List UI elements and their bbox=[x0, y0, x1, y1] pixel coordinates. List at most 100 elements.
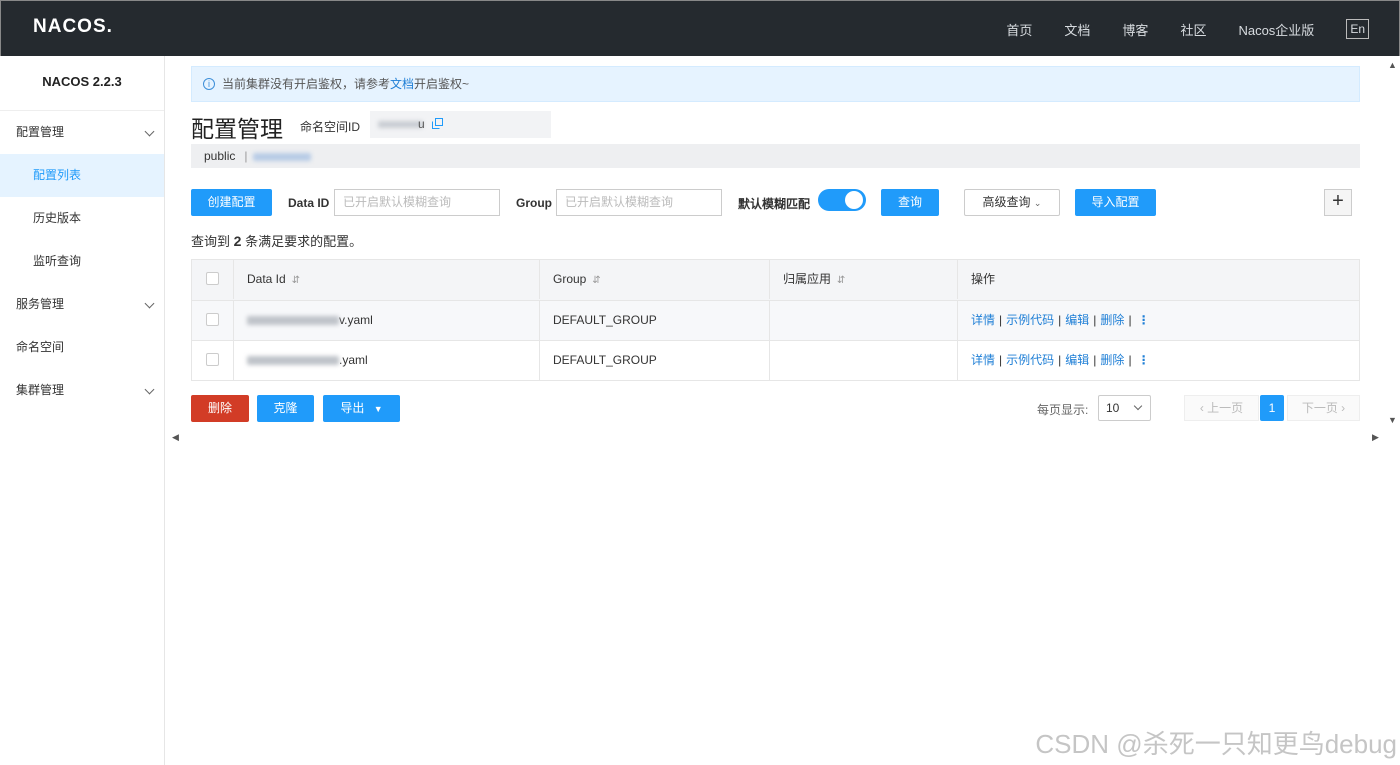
nav-blog[interactable]: 博客 bbox=[1122, 20, 1148, 39]
sidebar-item-label: 命名空间 bbox=[16, 340, 65, 354]
sidebar-item-namespace[interactable]: 命名空间 bbox=[0, 326, 164, 369]
next-page-label: 下一页 bbox=[1301, 401, 1338, 415]
batch-delete-button[interactable]: 删除 bbox=[191, 395, 249, 422]
search-button[interactable]: 查询 bbox=[881, 189, 939, 216]
sidebar-item-listener-query[interactable]: 监听查询 bbox=[0, 240, 164, 283]
row-select-cell bbox=[192, 301, 233, 340]
delete-link[interactable]: 删除 bbox=[1100, 313, 1124, 327]
notice-doc-link[interactable]: 文档 bbox=[390, 77, 414, 91]
divider: | bbox=[1093, 353, 1097, 367]
scroll-left-icon[interactable]: ◀ bbox=[172, 432, 179, 443]
column-header-dataid[interactable]: Data Id ⇵ bbox=[233, 260, 539, 299]
fuzzy-match-toggle[interactable] bbox=[818, 189, 866, 211]
sample-code-link[interactable]: 示例代码 bbox=[1006, 313, 1054, 327]
nav-enterprise[interactable]: Nacos企业版 bbox=[1238, 20, 1314, 39]
tab-separator: | bbox=[244, 149, 248, 163]
chevron-down-icon bbox=[144, 298, 155, 309]
column-label: Data Id bbox=[247, 272, 286, 286]
sort-icon[interactable]: ⇵ bbox=[292, 275, 300, 286]
namespace-id-label: 命名空间ID bbox=[300, 120, 361, 134]
chevron-left-icon: ‹ bbox=[1199, 401, 1204, 415]
redacted-text bbox=[378, 121, 423, 128]
create-config-button[interactable]: 创建配置 bbox=[191, 189, 272, 216]
top-nav: 首页 文档 博客 社区 Nacos企业版 En bbox=[974, 1, 1369, 57]
sidebar-item-cluster-management[interactable]: 集群管理 bbox=[0, 369, 164, 412]
clone-button[interactable]: 克隆 bbox=[257, 395, 314, 422]
info-icon: i bbox=[203, 78, 215, 90]
column-header-app[interactable]: 归属应用 ⇵ bbox=[769, 260, 957, 299]
sidebar-item-label: 配置列表 bbox=[33, 168, 82, 182]
app-cell bbox=[769, 301, 957, 340]
sidebar-item-config-management[interactable]: 配置管理 bbox=[0, 111, 164, 154]
export-button[interactable]: 导出 ▼ bbox=[323, 395, 400, 422]
nav-community[interactable]: 社区 bbox=[1180, 20, 1206, 39]
namespace-id-value: u bbox=[418, 117, 425, 131]
row-checkbox[interactable] bbox=[206, 313, 219, 326]
nav-home[interactable]: 首页 bbox=[1006, 20, 1032, 39]
next-page-button[interactable]: 下一页 › bbox=[1287, 395, 1360, 421]
scroll-up-icon[interactable]: ▲ bbox=[1388, 60, 1397, 70]
divider: | bbox=[1058, 313, 1062, 327]
language-switch-button[interactable]: En bbox=[1346, 19, 1369, 39]
watermark: CSDN @杀死一只知更鸟debug bbox=[1035, 729, 1397, 759]
prev-page-label: 上一页 bbox=[1207, 401, 1244, 415]
more-vertical-icon[interactable]: ⋮ bbox=[1138, 353, 1150, 367]
sidebar-item-config-list[interactable]: 配置列表 bbox=[0, 154, 164, 197]
divider: | bbox=[1058, 353, 1062, 367]
result-count-text: 查询到 2 条满足要求的配置。 bbox=[191, 231, 362, 250]
column-header-group[interactable]: Group ⇵ bbox=[539, 260, 769, 299]
select-all-checkbox[interactable] bbox=[206, 272, 219, 285]
import-config-button[interactable]: 导入配置 bbox=[1075, 189, 1156, 216]
version-label: NACOS 2.2.3 bbox=[0, 56, 164, 111]
scroll-right-icon[interactable]: ▶ bbox=[1372, 432, 1379, 443]
page-1-button[interactable]: 1 bbox=[1260, 395, 1284, 421]
sidebar-item-label: 服务管理 bbox=[16, 297, 65, 311]
table-row: v.yaml DEFAULT_GROUP 详情 | 示例代码 | 编辑 | 删除 | ⋮ bbox=[192, 300, 1359, 340]
column-label: 归属应用 bbox=[783, 272, 832, 286]
row-checkbox[interactable] bbox=[206, 353, 219, 366]
dataid-label: Data ID bbox=[288, 196, 330, 210]
row-select-cell bbox=[192, 341, 233, 380]
add-button[interactable]: + bbox=[1324, 189, 1352, 216]
chevron-down-icon bbox=[1133, 401, 1143, 411]
app-cell bbox=[769, 341, 957, 380]
group-input[interactable]: 已开启默认模糊查询 bbox=[556, 189, 722, 216]
sidebar-item-service-management[interactable]: 服务管理 bbox=[0, 283, 164, 326]
nacos-logo[interactable]: NACOS. bbox=[33, 16, 113, 38]
table-header-row: Data Id ⇵ Group ⇵ 归属应用 ⇵ 操作 bbox=[192, 260, 1359, 300]
tab-public[interactable]: public bbox=[204, 149, 235, 163]
sample-code-link[interactable]: 示例代码 bbox=[1006, 353, 1054, 367]
advanced-search-button[interactable]: 高级查询 ⌄ bbox=[964, 189, 1060, 216]
dataid-input[interactable]: 已开启默认模糊查询 bbox=[334, 189, 500, 216]
table-row: .yaml DEFAULT_GROUP 详情 | 示例代码 | 编辑 | 删除 | ⋮ bbox=[192, 340, 1359, 380]
nav-docs[interactable]: 文档 bbox=[1064, 20, 1090, 39]
dataid-suffix: .yaml bbox=[339, 353, 368, 367]
chevron-down-icon: ⌄ bbox=[1033, 198, 1042, 208]
divider: | bbox=[1093, 313, 1097, 327]
sort-icon[interactable]: ⇵ bbox=[837, 275, 845, 286]
notice-text-after: 开启鉴权~ bbox=[414, 77, 470, 91]
detail-link[interactable]: 详情 bbox=[971, 313, 995, 327]
scroll-down-icon[interactable]: ▼ bbox=[1388, 415, 1397, 425]
redacted-text bbox=[247, 316, 339, 326]
more-vertical-icon[interactable]: ⋮ bbox=[1138, 313, 1150, 327]
sidebar-item-history[interactable]: 历史版本 bbox=[0, 197, 164, 240]
auth-notice: i 当前集群没有开启鉴权，请参考文档开启鉴权~ bbox=[191, 66, 1360, 102]
edit-link[interactable]: 编辑 bbox=[1065, 353, 1089, 367]
page-size-select[interactable]: 10 bbox=[1098, 395, 1151, 421]
prev-page-button[interactable]: ‹ 上一页 bbox=[1184, 395, 1259, 421]
sort-icon[interactable]: ⇵ bbox=[592, 275, 600, 286]
actions-cell: 详情 | 示例代码 | 编辑 | 删除 | ⋮ bbox=[957, 301, 1359, 340]
actions-cell: 详情 | 示例代码 | 编辑 | 删除 | ⋮ bbox=[957, 341, 1359, 380]
divider: | bbox=[999, 313, 1003, 327]
select-all-cell bbox=[192, 260, 233, 299]
page-title: 配置管理 bbox=[191, 116, 283, 142]
result-count: 2 bbox=[233, 233, 242, 249]
top-navbar: NACOS. 首页 文档 博客 社区 Nacos企业版 En bbox=[0, 0, 1400, 56]
delete-link[interactable]: 删除 bbox=[1100, 353, 1124, 367]
copy-icon[interactable] bbox=[432, 118, 443, 129]
detail-link[interactable]: 详情 bbox=[971, 353, 995, 367]
namespace-id-field: u bbox=[370, 111, 551, 138]
edit-link[interactable]: 编辑 bbox=[1065, 313, 1089, 327]
tab-redacted-namespace[interactable] bbox=[253, 152, 312, 161]
